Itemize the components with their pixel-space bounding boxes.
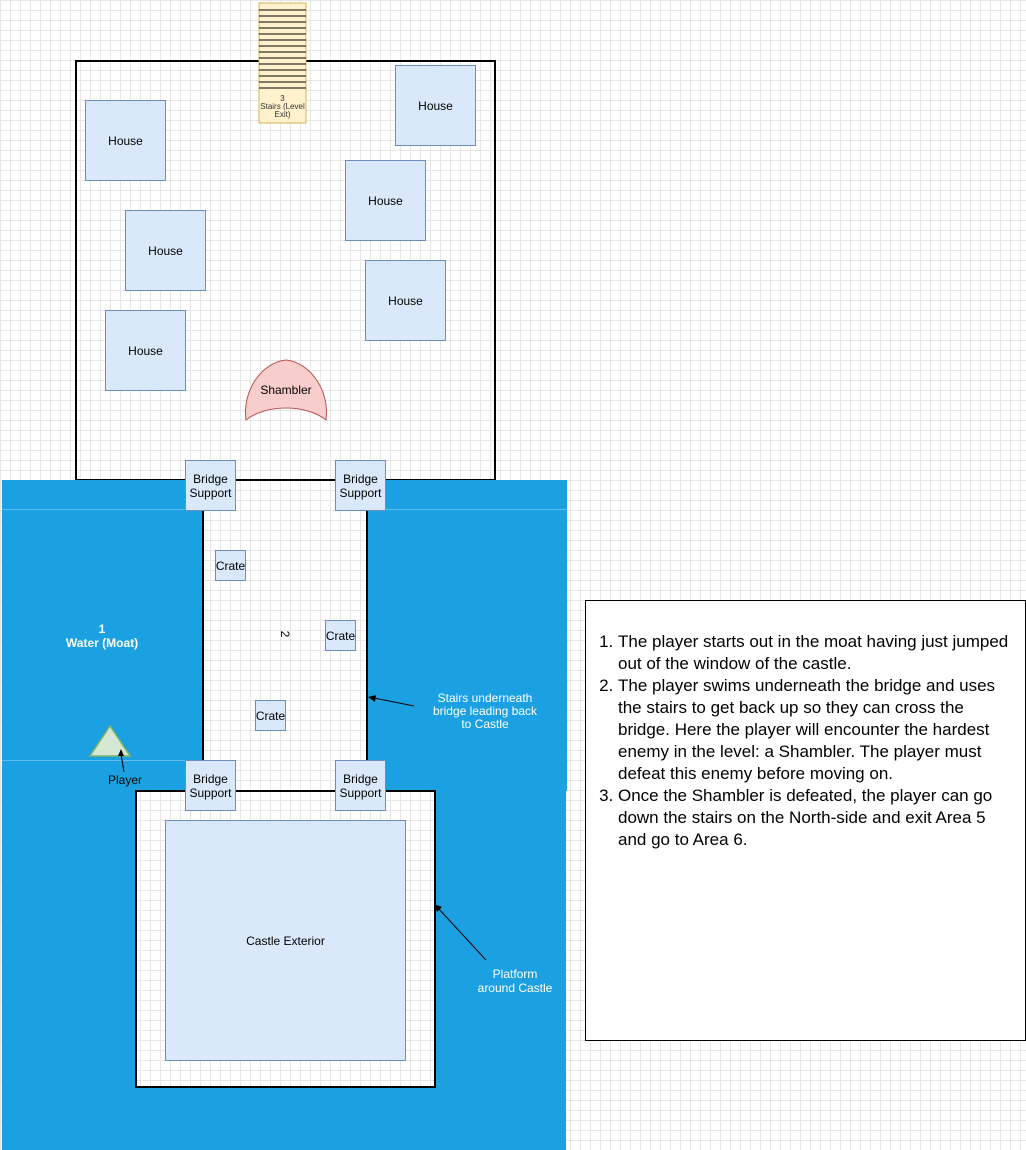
player-arrow — [118, 749, 125, 773]
water-seam — [367, 509, 567, 510]
note-item: Once the Shambler is defeated, the playe… — [618, 785, 1017, 851]
crate-1[interactable]: Crate — [215, 550, 246, 581]
water-moat-bottom-left — [2, 760, 136, 1150]
water-label: Water (Moat) — [65, 636, 139, 650]
bridge-support-ne: Bridge Support — [335, 460, 386, 511]
bridge-support-nw: Bridge Support — [185, 460, 236, 511]
water-moat-right — [367, 480, 567, 791]
water-seam — [2, 509, 202, 510]
bridge-support-sw: Bridge Support — [185, 760, 236, 811]
notes-list: The player starts out in the moat having… — [586, 631, 1017, 851]
bridge-area-number: 2 — [278, 630, 292, 638]
castle-exterior: Castle Exterior — [165, 820, 406, 1061]
bridge-support-se: Bridge Support — [335, 760, 386, 811]
house-3: House — [345, 160, 426, 241]
house-5: House — [365, 260, 446, 341]
player-label: Player — [107, 773, 142, 787]
house-2: House — [395, 65, 476, 146]
house-4: House — [125, 210, 206, 291]
water-number: 1 — [98, 622, 106, 636]
platform-label: Platform around Castle — [477, 967, 553, 995]
shambler-label: Shambler — [260, 383, 312, 397]
platform-arrow — [434, 904, 487, 961]
note-item: The player swims underneath the bridge a… — [618, 675, 1017, 785]
note-item: The player starts out in the moat having… — [618, 631, 1017, 675]
crate-3[interactable]: Crate — [255, 700, 286, 731]
stairs-label: 3 Stairs (Level Exit) — [260, 94, 305, 119]
house-1: House — [85, 100, 166, 181]
stairs-under-bridge-arrow — [368, 695, 415, 707]
water-moat-left — [2, 480, 202, 761]
crate-2[interactable]: Crate — [325, 620, 356, 651]
stairs-under-bridge-label: Stairs underneath bridge leading back to… — [432, 690, 538, 731]
water-seam — [2, 760, 202, 761]
notes-panel: The player starts out in the moat having… — [585, 600, 1026, 1041]
house-6: House — [105, 310, 186, 391]
water-moat-bottom — [135, 1086, 435, 1150]
